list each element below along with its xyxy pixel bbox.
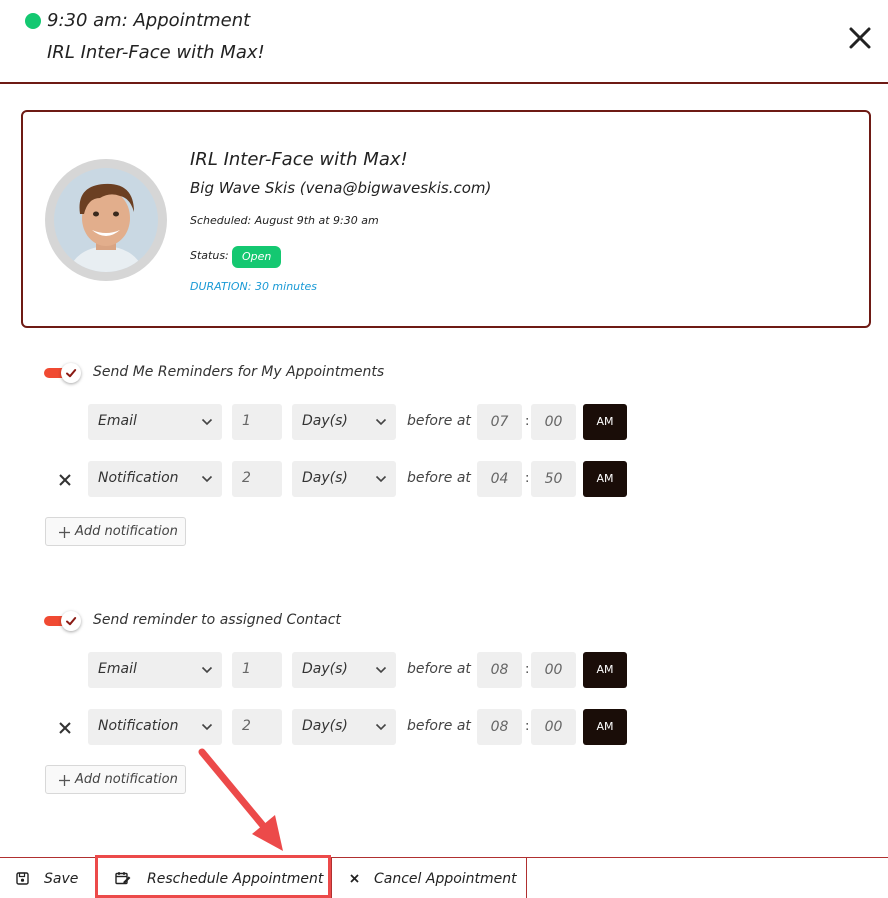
status-dot (25, 13, 41, 29)
save-button[interactable]: Save (0, 858, 92, 898)
add-notification-label: Add notification (75, 772, 178, 787)
reminder-unit-select[interactable]: Day(s) (292, 652, 396, 688)
duration-text: DURATION: 30 minutes (190, 280, 317, 293)
reminder-amount-input[interactable]: 1 (232, 404, 282, 440)
hour-input[interactable]: 08 (477, 709, 522, 745)
reminder-amount-value: 2 (242, 718, 251, 734)
my-reminders-toggle[interactable] (44, 363, 82, 383)
reschedule-label: Reschedule Appointment (147, 871, 324, 887)
my-reminders-label: Send Me Reminders for My Appointments (93, 364, 385, 380)
footer-divider (526, 858, 527, 898)
reminder-amount-input[interactable]: 1 (232, 652, 282, 688)
chevron-down-icon (201, 666, 213, 674)
ampm-toggle-button[interactable]: AM (583, 404, 627, 440)
plus-icon (59, 527, 70, 538)
contact-reminders-toggle[interactable] (44, 611, 82, 631)
floppy-disk-icon (16, 872, 29, 885)
reminder-unit-select[interactable]: Day(s) (292, 461, 396, 497)
time-separator: : (525, 662, 530, 677)
header-title: 9:30 am: Appointment (47, 10, 251, 31)
before-at-label: before at (407, 718, 471, 734)
time-separator: : (525, 471, 530, 486)
chevron-down-icon (375, 723, 387, 731)
toggle-knob (61, 363, 81, 383)
reminder-unit-value: Day(s) (302, 413, 348, 429)
reminder-type-value: Notification (98, 718, 179, 734)
time-separator: : (525, 719, 530, 734)
remove-reminder-icon[interactable] (58, 721, 72, 735)
hour-input[interactable]: 07 (477, 404, 522, 440)
minute-input[interactable]: 50 (531, 461, 576, 497)
dialog-footer: Save Reschedule Appointment Cancel Appoi… (0, 857, 888, 898)
check-icon (66, 369, 77, 378)
before-at-label: before at (407, 413, 471, 429)
cancel-appointment-button[interactable]: Cancel Appointment (334, 858, 524, 898)
reminder-unit-select[interactable]: Day(s) (292, 404, 396, 440)
appointment-title: IRL Inter-Face with Max! (190, 149, 408, 170)
footer-divider (95, 858, 96, 898)
reminder-amount-input[interactable]: 2 (232, 461, 282, 497)
chevron-down-icon (201, 475, 213, 483)
remove-reminder-icon[interactable] (58, 473, 72, 487)
reminder-unit-value: Day(s) (302, 661, 348, 677)
profile-photo-icon (54, 168, 158, 272)
avatar (45, 159, 167, 281)
header-subtitle: IRL Inter-Face with Max! (47, 42, 265, 63)
chevron-down-icon (375, 475, 387, 483)
reminder-type-value: Email (98, 661, 137, 677)
before-at-label: before at (407, 661, 471, 677)
before-at-label: before at (407, 470, 471, 486)
reminder-type-select[interactable]: Notification (88, 461, 222, 497)
reminder-type-select[interactable]: Notification (88, 709, 222, 745)
add-notification-label: Add notification (75, 524, 178, 539)
footer-divider (331, 858, 332, 898)
toggle-knob (61, 611, 81, 631)
reminder-type-select[interactable]: Email (88, 404, 222, 440)
ampm-toggle-button[interactable]: AM (583, 461, 627, 497)
check-icon (66, 617, 77, 626)
chevron-down-icon (375, 418, 387, 426)
appointment-card: IRL Inter-Face with Max! Big Wave Skis (… (21, 110, 871, 328)
reminder-unit-select[interactable]: Day(s) (292, 709, 396, 745)
cancel-label: Cancel Appointment (374, 871, 517, 887)
add-notification-button[interactable]: Add notification (45, 517, 186, 546)
scheduled-time: Scheduled: August 9th at 9:30 am (190, 214, 379, 227)
reminder-amount-value: 2 (242, 470, 251, 486)
minute-input[interactable]: 00 (531, 652, 576, 688)
contact-company: Big Wave Skis (vena@bigwaveskis.com) (190, 179, 492, 197)
hour-input[interactable]: 08 (477, 652, 522, 688)
status-label: Status: (190, 249, 229, 262)
plus-icon (59, 775, 70, 786)
reminder-type-select[interactable]: Email (88, 652, 222, 688)
time-separator: : (525, 414, 530, 429)
chevron-down-icon (201, 418, 213, 426)
reminder-unit-value: Day(s) (302, 470, 348, 486)
chevron-down-icon (375, 666, 387, 674)
save-label: Save (44, 871, 79, 887)
calendar-edit-icon (115, 872, 131, 885)
ampm-toggle-button[interactable]: AM (583, 709, 627, 745)
reminder-unit-value: Day(s) (302, 718, 348, 734)
reminder-amount-value: 1 (242, 661, 251, 677)
close-icon (849, 27, 871, 49)
add-notification-button[interactable]: Add notification (45, 765, 186, 794)
reminder-amount-input[interactable]: 2 (232, 709, 282, 745)
ampm-toggle-button[interactable]: AM (583, 652, 627, 688)
reminder-type-value: Email (98, 413, 137, 429)
reschedule-appointment-button[interactable]: Reschedule Appointment (98, 858, 328, 898)
hour-input[interactable]: 04 (477, 461, 522, 497)
minute-input[interactable]: 00 (531, 404, 576, 440)
reminder-type-value: Notification (98, 470, 179, 486)
chevron-down-icon (201, 723, 213, 731)
close-button[interactable] (846, 24, 874, 52)
contact-reminders-label: Send reminder to assigned Contact (93, 612, 341, 628)
minute-input[interactable]: 00 (531, 709, 576, 745)
status-badge: Open (232, 246, 282, 268)
close-icon (350, 874, 359, 883)
reminder-amount-value: 1 (242, 413, 251, 429)
dialog-header: 9:30 am: Appointment IRL Inter-Face with… (0, 0, 888, 84)
